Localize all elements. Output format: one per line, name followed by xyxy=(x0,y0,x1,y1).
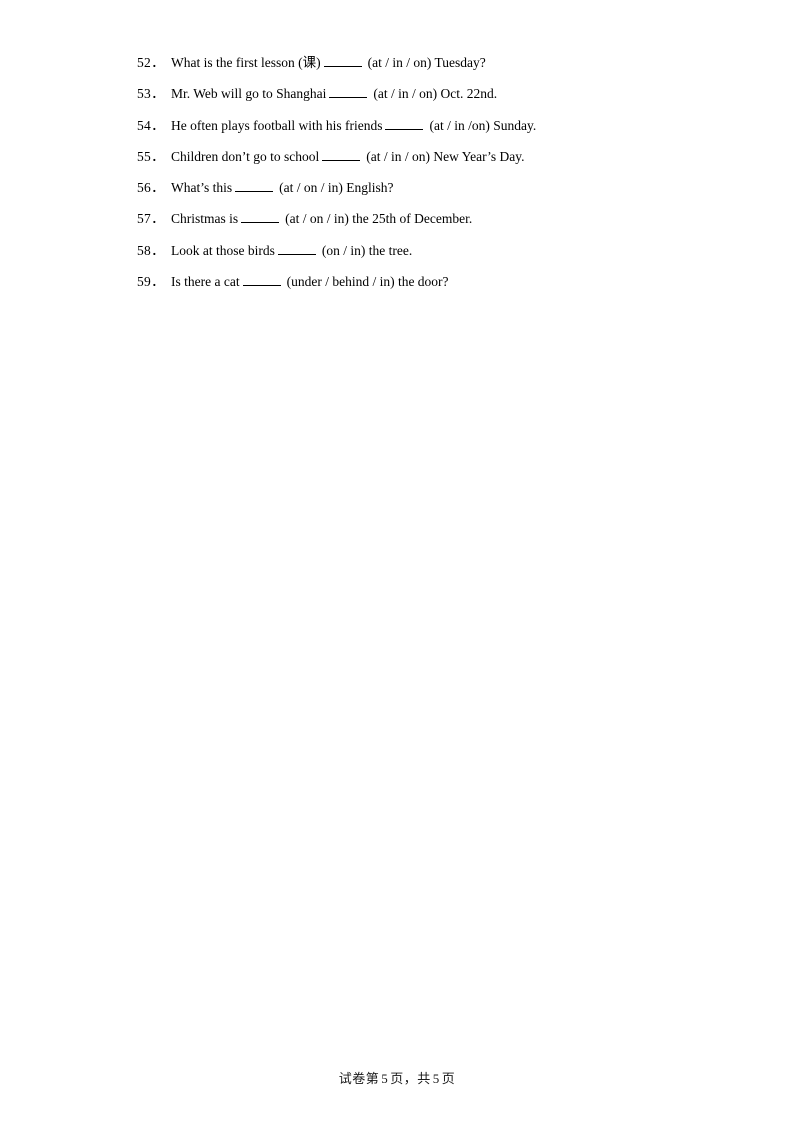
question-text-before-blank: Look at those birds xyxy=(171,242,275,258)
answer-blank[interactable] xyxy=(242,275,281,287)
question-text-before-blank: Christmas is xyxy=(171,211,239,227)
question-item: 58． Look at those birds (on / in) the tr… xyxy=(137,244,677,275)
question-text-after-blank: (at / in /on) Sunday. xyxy=(429,117,537,133)
question-item: 54． He often plays football with his fri… xyxy=(137,117,677,150)
question-number: 54． xyxy=(137,117,165,133)
question-number: 57． xyxy=(137,211,165,227)
question-item: 56． What’s this (at / on / in) English? xyxy=(137,181,677,212)
question-text-before-blank: Children don’t go to school xyxy=(171,148,320,164)
question-text-after-blank: (on / in) the tree. xyxy=(321,242,413,258)
question-number: 58． xyxy=(137,242,165,258)
question-number: 59． xyxy=(137,274,165,290)
question-text-before-blank: What’s this xyxy=(171,180,233,196)
document-page: 52． What is the first lesson (课) (at / i… xyxy=(0,0,794,1123)
question-item: 57． Christmas is (at / on / in) the 25th… xyxy=(137,212,677,243)
question-number: 52． xyxy=(137,55,165,70)
question-list: 52． What is the first lesson (课) (at / i… xyxy=(137,56,677,306)
question-number: 56． xyxy=(137,180,165,196)
question-text-after-blank: (under / behind / in) the door? xyxy=(286,274,449,290)
question-text-before-blank: Is there a cat xyxy=(171,274,240,290)
question-text-after-blank: (at / in / on) Tuesday? xyxy=(367,55,486,70)
answer-blank[interactable] xyxy=(329,88,368,99)
answer-blank[interactable] xyxy=(322,150,361,161)
answer-blank[interactable] xyxy=(277,244,316,255)
question-item: 52． What is the first lesson (课) (at / i… xyxy=(137,56,677,87)
question-item: 59． Is there a cat (under / behind / in)… xyxy=(137,275,677,306)
question-text-before-blank: Mr. Web will go to Shanghai xyxy=(171,86,327,102)
page-footer: 试卷第 5 页，共 5 页 xyxy=(0,1068,794,1087)
question-item: 55． Children don’t go to school (at / in… xyxy=(137,150,677,181)
footer-middle: 页，共 xyxy=(390,1072,431,1087)
footer-page-number: 5 xyxy=(381,1071,389,1086)
question-item: 53． Mr. Web will go to Shanghai (at / in… xyxy=(137,87,677,118)
footer-prefix: 试卷第 xyxy=(338,1072,380,1087)
question-number: 53． xyxy=(137,86,165,102)
footer-total-pages: 5 xyxy=(432,1071,440,1086)
answer-blank[interactable] xyxy=(323,56,362,67)
question-text-after-blank: (at / in / on) Oct. 22nd. xyxy=(373,86,498,102)
answer-blank[interactable] xyxy=(235,181,274,193)
question-text-after-blank: (at / in / on) New Year’s Day. xyxy=(366,148,525,164)
question-number: 55． xyxy=(137,148,165,164)
answer-blank[interactable] xyxy=(385,119,424,130)
question-text-before-blank: He often plays football with his friends xyxy=(171,117,383,133)
question-text-before-blank: What is the first lesson (课) xyxy=(171,55,321,70)
question-text-after-blank: (at / on / in) the 25th of December. xyxy=(285,211,473,227)
question-text-after-blank: (at / on / in) English? xyxy=(279,180,394,196)
answer-blank[interactable] xyxy=(241,213,280,224)
footer-suffix: 页 xyxy=(441,1072,456,1087)
